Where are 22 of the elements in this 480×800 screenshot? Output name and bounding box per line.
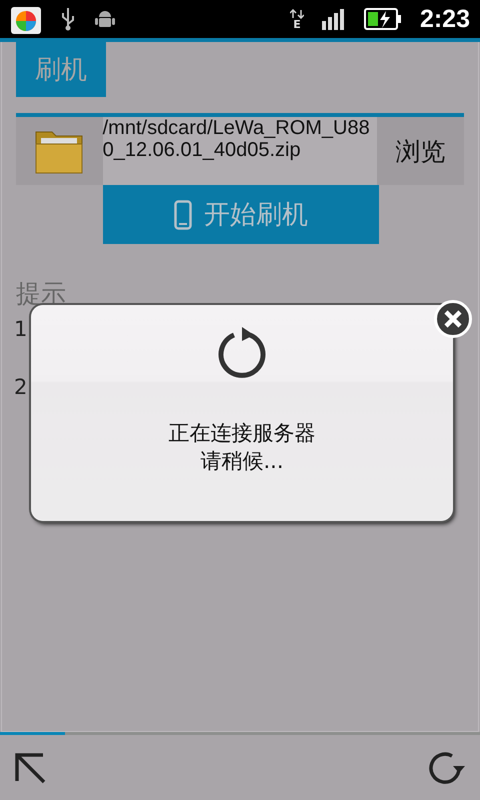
file-path: /mnt/sdcard/LeWa_ROM_U880_12.06.01_40d05.zip [102,117,378,185]
refresh-icon [428,750,466,784]
signal-icon [322,8,346,30]
tab[interactable]: 刷机 [16,42,106,97]
arrow-icon [14,752,46,784]
tip-text: 1 [14,317,28,343]
android-icon [94,8,116,30]
network-type: E [293,18,301,30]
back-arrow-button[interactable] [14,752,46,784]
battery-charging-icon [364,8,402,30]
close-icon [444,310,462,328]
data-arrows-icon [290,8,304,18]
browse-button[interactable]: 浏览 [377,117,464,185]
tip-text: 2 [14,375,28,401]
close-button[interactable] [434,300,472,338]
refresh-button[interactable] [428,750,466,784]
usb-icon [60,7,76,31]
clock: 2:23 [420,4,470,34]
start-flash-button[interactable]: 开始刷机 [103,185,379,244]
phone-icon [174,200,192,230]
refresh-icon [216,325,268,379]
dialog-message: 正在连接服务器 请稍候... [168,420,316,475]
